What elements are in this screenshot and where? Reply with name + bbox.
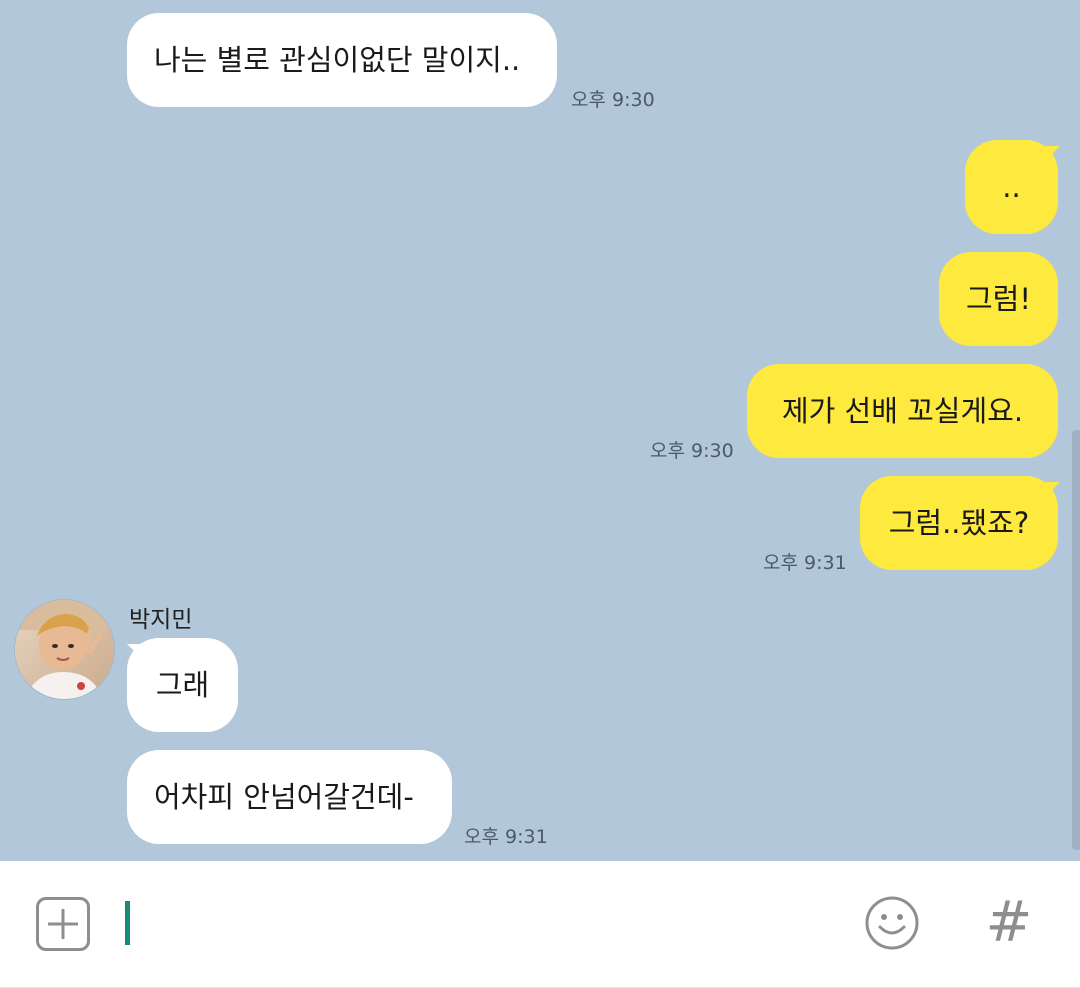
profile-photo: [15, 600, 114, 699]
hashtag-button[interactable]: #: [984, 893, 1034, 953]
sender-name: 박지민: [129, 607, 193, 633]
message-timestamp: 오후 9:30: [650, 440, 734, 462]
bubble-tail: [1046, 482, 1060, 496]
outgoing-message-bubble[interactable]: 그럼!: [939, 252, 1058, 346]
text-cursor: [125, 901, 130, 945]
message-timestamp: 오후 9:30: [571, 89, 655, 111]
message-timestamp: 오후 9:31: [763, 552, 847, 574]
incoming-message-bubble[interactable]: 어차피 안넘어갈건데-: [127, 750, 452, 844]
bubble-tail: [1046, 146, 1060, 160]
bubble-tail: [127, 644, 141, 658]
incoming-message-bubble[interactable]: 그래: [127, 638, 238, 732]
outgoing-message-bubble[interactable]: ..: [965, 140, 1058, 234]
chat-scrollbar[interactable]: [1072, 430, 1080, 850]
message-input[interactable]: [124, 899, 828, 951]
incoming-message-bubble[interactable]: 나는 별로 관심이없단 말이지..: [127, 13, 557, 107]
message-timestamp: 오후 9:31: [464, 826, 548, 848]
smiley-icon[interactable]: [864, 895, 920, 951]
outgoing-message-bubble[interactable]: 그럼..됐죠?: [860, 476, 1058, 570]
plus-square-icon[interactable]: [36, 897, 90, 951]
outgoing-message-bubble[interactable]: 제가 선배 꼬실게요.: [747, 364, 1058, 458]
profile-avatar[interactable]: [15, 600, 114, 699]
chat-area[interactable]: 나는 별로 관심이없단 말이지.. 오후 9:30 .. 그럼! 제가 선배 꼬…: [0, 0, 1080, 861]
